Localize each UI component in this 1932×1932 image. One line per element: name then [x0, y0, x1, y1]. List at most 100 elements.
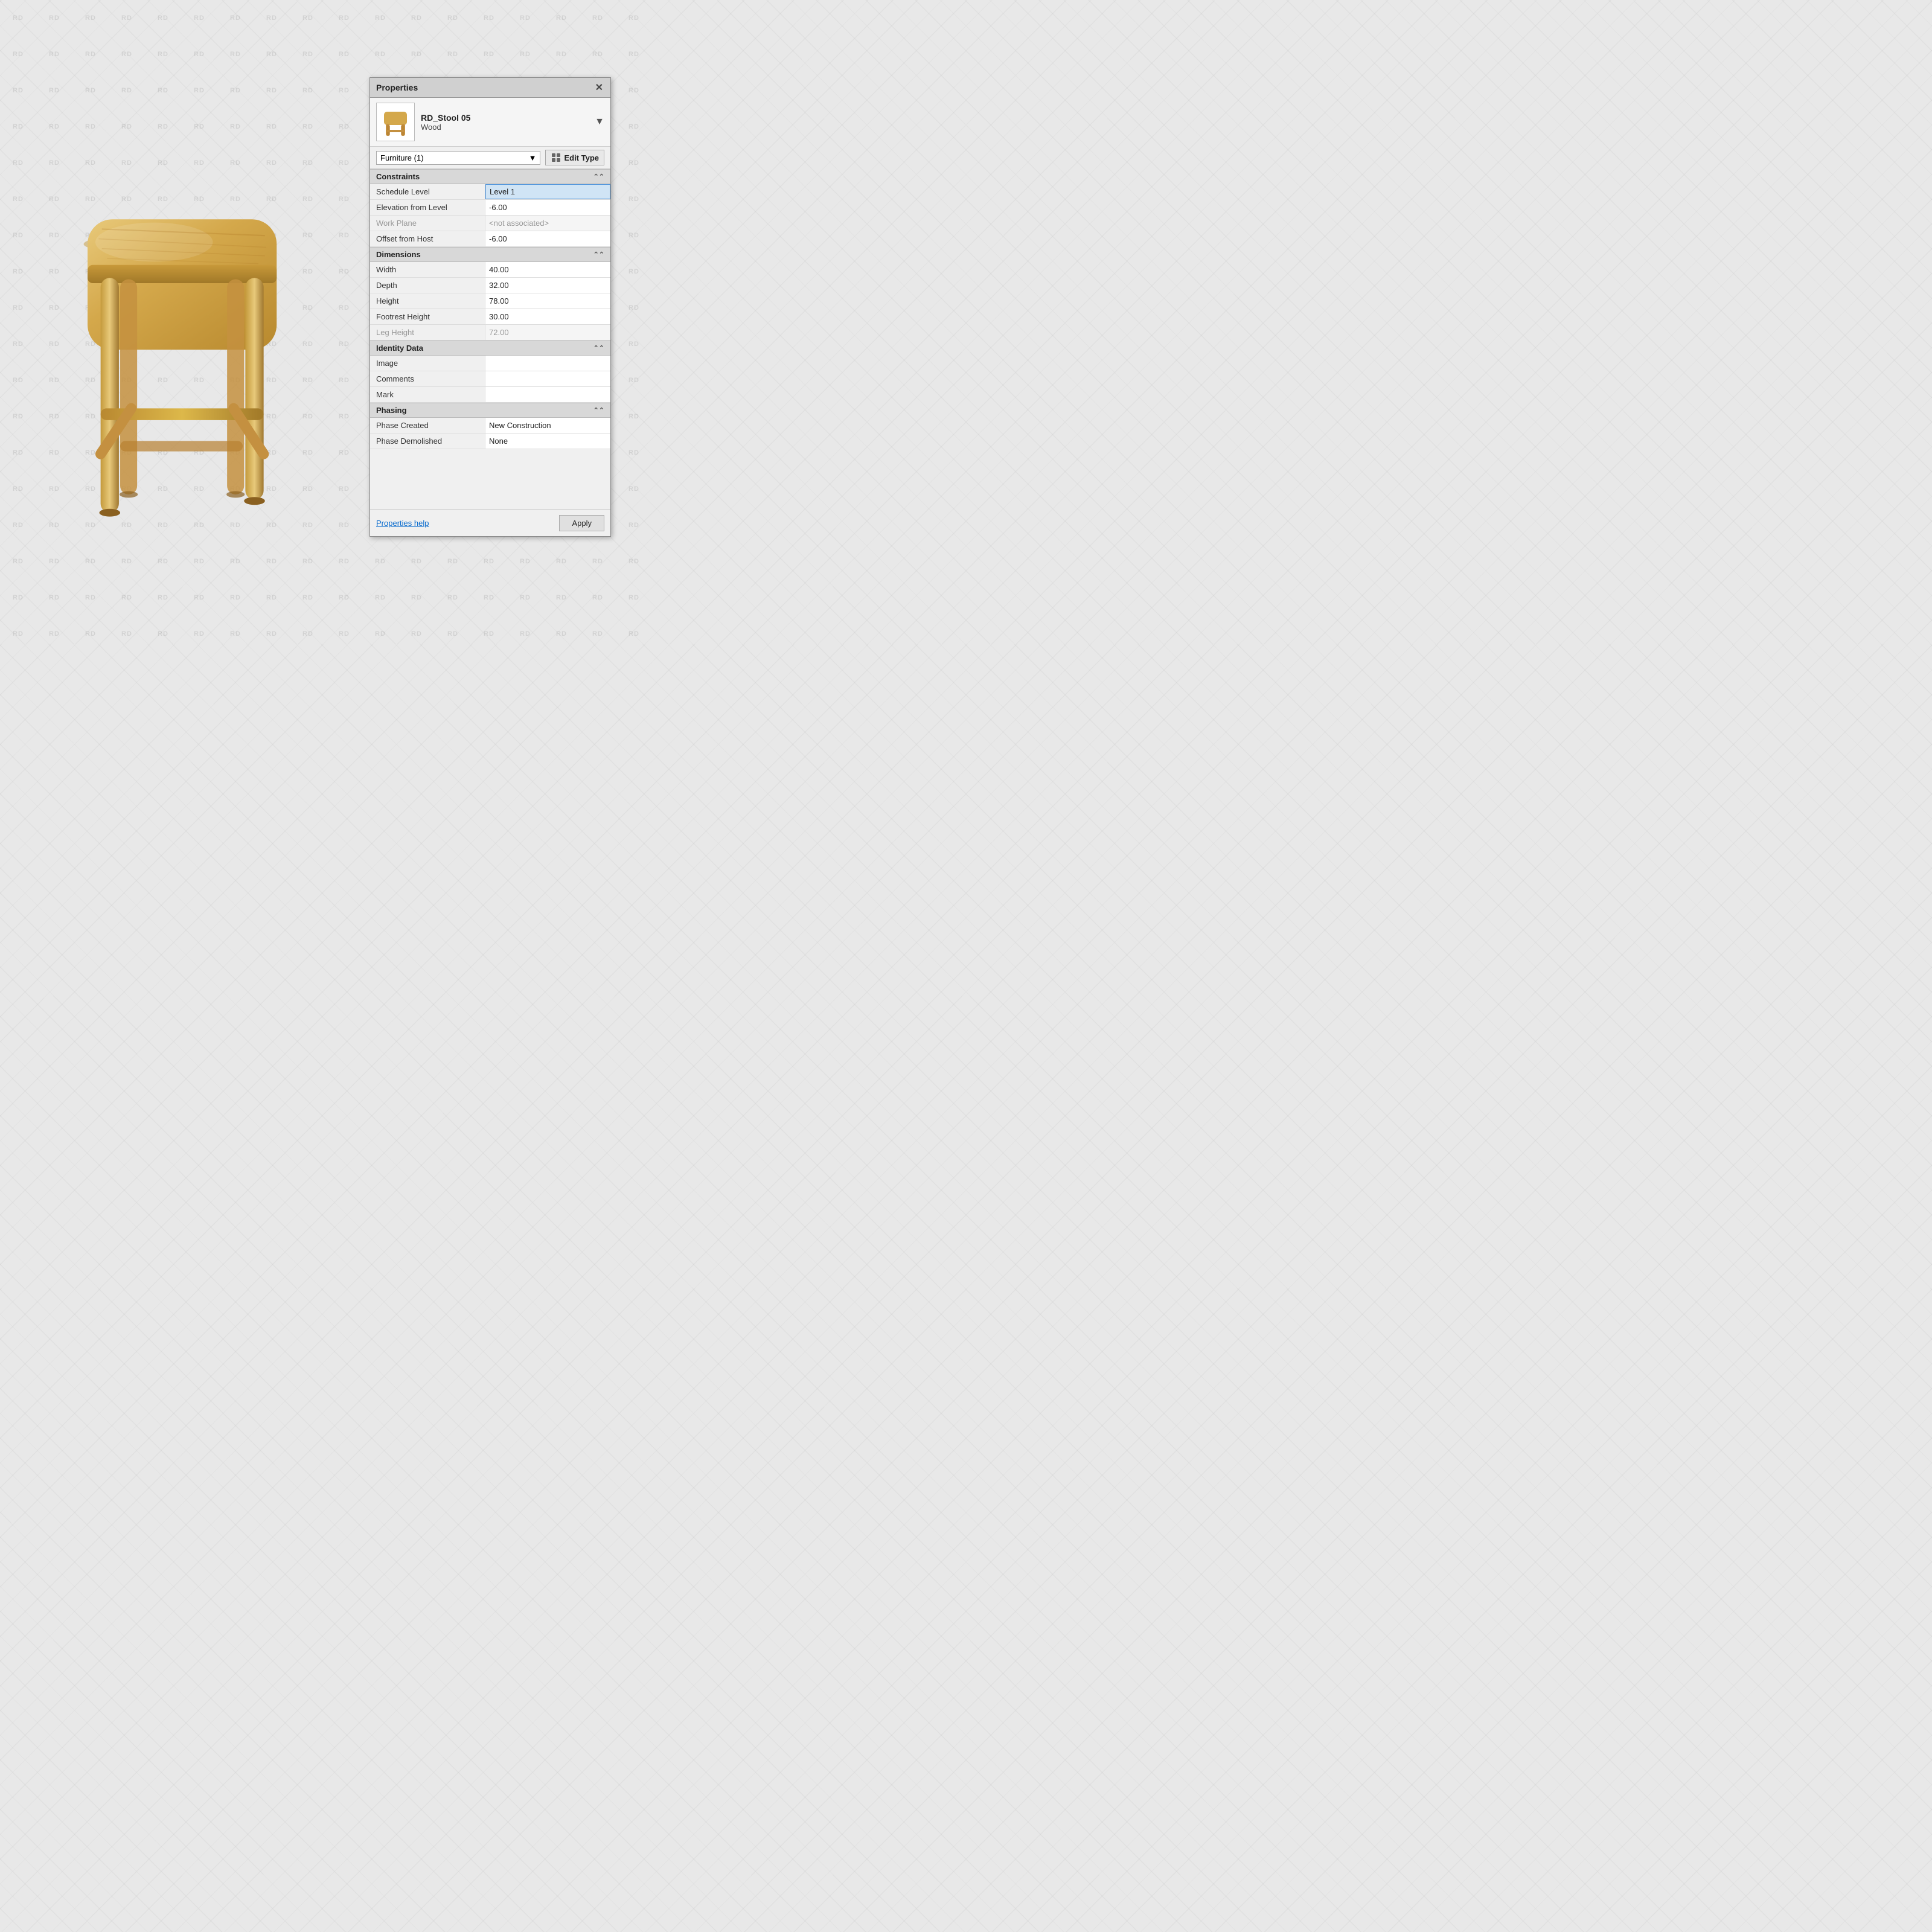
- close-button[interactable]: ✕: [594, 82, 604, 94]
- watermark-cell: RD: [507, 543, 543, 580]
- constraints-value-2: <not associated>: [485, 216, 610, 231]
- phasing-label-1: Phase Demolished: [370, 433, 485, 449]
- phasing-chevron: ⌃⌃: [593, 406, 604, 414]
- watermark-cell: RD: [435, 36, 471, 72]
- watermark-cell: RD: [0, 0, 36, 36]
- prop-row: Leg Height72.00: [370, 325, 610, 341]
- stool-illustration: [30, 127, 356, 586]
- watermark-cell: RD: [616, 0, 652, 36]
- watermark-cell: RD: [616, 181, 652, 217]
- dimensions-value-2[interactable]: 78.00: [485, 293, 610, 309]
- constraints-chevron: ⌃⌃: [593, 173, 604, 181]
- dimensions-label-0: Width: [370, 262, 485, 277]
- watermark-cell: RD: [145, 616, 181, 652]
- watermark-cell: RD: [616, 326, 652, 362]
- watermark-cell: RD: [616, 290, 652, 326]
- identity-data-value-2: [485, 387, 610, 402]
- watermark-cell: RD: [72, 36, 109, 72]
- watermark-cell: RD: [145, 0, 181, 36]
- watermark-cell: RD: [616, 36, 652, 72]
- phasing-value-0[interactable]: New Construction: [485, 418, 610, 433]
- watermark-cell: RD: [616, 362, 652, 398]
- constraints-label-1: Elevation from Level: [370, 200, 485, 215]
- dimensions-rows: Width40.00Depth32.00Height78.00Footrest …: [370, 262, 610, 341]
- prop-row: Footrest Height30.00: [370, 309, 610, 325]
- category-selector-arrow: ▼: [529, 153, 537, 162]
- watermark-cell: RD: [616, 109, 652, 145]
- panel-title: Properties: [376, 83, 418, 92]
- watermark-cell: RD: [507, 580, 543, 616]
- phasing-rows: Phase CreatedNew ConstructionPhase Demol…: [370, 418, 610, 449]
- category-selector-label: Furniture (1): [380, 153, 424, 162]
- watermark-cell: RD: [435, 0, 471, 36]
- type-name: RD_Stool 05: [421, 113, 589, 123]
- type-dropdown-icon: ▼: [595, 117, 604, 127]
- dimensions-label-4: Leg Height: [370, 325, 485, 340]
- watermark-cell: RD: [580, 580, 616, 616]
- watermark-cell: RD: [181, 36, 217, 72]
- watermark-cell: RD: [507, 0, 543, 36]
- dimensions-value-3[interactable]: 30.00: [485, 309, 610, 324]
- dimensions-chevron: ⌃⌃: [593, 251, 604, 258]
- watermark-cell: RD: [36, 0, 72, 36]
- watermark-cell: RD: [616, 72, 652, 109]
- dimensions-label-3: Footrest Height: [370, 309, 485, 324]
- prop-row: Phase CreatedNew Construction: [370, 418, 610, 433]
- watermark-cell: RD: [435, 616, 471, 652]
- watermark-cell: RD: [616, 616, 652, 652]
- watermark-cell: RD: [109, 0, 145, 36]
- constraints-value-3[interactable]: -6.00: [485, 231, 610, 246]
- watermark-cell: RD: [580, 36, 616, 72]
- category-selector[interactable]: Furniture (1) ▼: [376, 151, 540, 165]
- watermark-cell: RD: [254, 72, 290, 109]
- watermark-cell: RD: [362, 0, 398, 36]
- watermark-cell: RD: [580, 543, 616, 580]
- dimensions-value-1[interactable]: 32.00: [485, 278, 610, 293]
- watermark-cell: RD: [217, 72, 254, 109]
- constraints-rows: Schedule LevelLevel 1Elevation from Leve…: [370, 184, 610, 247]
- watermark-cell: RD: [254, 36, 290, 72]
- watermark-cell: RD: [507, 36, 543, 72]
- dimensions-value-0[interactable]: 40.00: [485, 262, 610, 277]
- constraints-value-1[interactable]: -6.00: [485, 200, 610, 215]
- phasing-value-1[interactable]: None: [485, 433, 610, 449]
- phasing-header[interactable]: Phasing ⌃⌃: [370, 403, 610, 418]
- watermark-cell: RD: [580, 616, 616, 652]
- watermark-cell: RD: [326, 0, 362, 36]
- watermark-cell: RD: [326, 36, 362, 72]
- dimensions-label-1: Depth: [370, 278, 485, 293]
- apply-button[interactable]: Apply: [559, 515, 604, 531]
- prop-row: Schedule LevelLevel 1: [370, 184, 610, 200]
- identity-data-label-0: Image: [370, 356, 485, 371]
- watermark-cell: RD: [362, 36, 398, 72]
- identity-data-header[interactable]: Identity Data ⌃⌃: [370, 341, 610, 356]
- dimensions-label-2: Height: [370, 293, 485, 309]
- watermark-cell: RD: [36, 36, 72, 72]
- watermark-cell: RD: [616, 580, 652, 616]
- type-header: RD_Stool 05 Wood ▼: [370, 98, 610, 147]
- watermark-cell: RD: [72, 72, 109, 109]
- prop-row: Elevation from Level-6.00: [370, 200, 610, 216]
- watermark-cell: RD: [616, 145, 652, 181]
- constraints-label-3: Offset from Host: [370, 231, 485, 246]
- constraints-value-0[interactable]: Level 1: [485, 184, 610, 199]
- watermark-cell: RD: [181, 72, 217, 109]
- prop-row: Work Plane<not associated>: [370, 216, 610, 231]
- watermark-cell: RD: [0, 36, 36, 72]
- prop-row: Depth32.00: [370, 278, 610, 293]
- properties-help-link[interactable]: Properties help: [376, 519, 429, 528]
- watermark-cell: RD: [145, 72, 181, 109]
- watermark-cell: RD: [72, 616, 109, 652]
- constraints-header[interactable]: Constraints ⌃⌃: [370, 169, 610, 184]
- watermark-cell: RD: [616, 471, 652, 507]
- watermark-cell: RD: [435, 543, 471, 580]
- prop-row: Height78.00: [370, 293, 610, 309]
- prop-row: Offset from Host-6.00: [370, 231, 610, 247]
- dimensions-header[interactable]: Dimensions ⌃⌃: [370, 247, 610, 262]
- watermark-cell: RD: [616, 543, 652, 580]
- watermark-cell: RD: [290, 616, 326, 652]
- prop-row: Image: [370, 356, 610, 371]
- edit-type-button[interactable]: Edit Type: [545, 150, 604, 165]
- edit-type-label: Edit Type: [564, 153, 599, 162]
- phasing-label: Phasing: [376, 406, 407, 415]
